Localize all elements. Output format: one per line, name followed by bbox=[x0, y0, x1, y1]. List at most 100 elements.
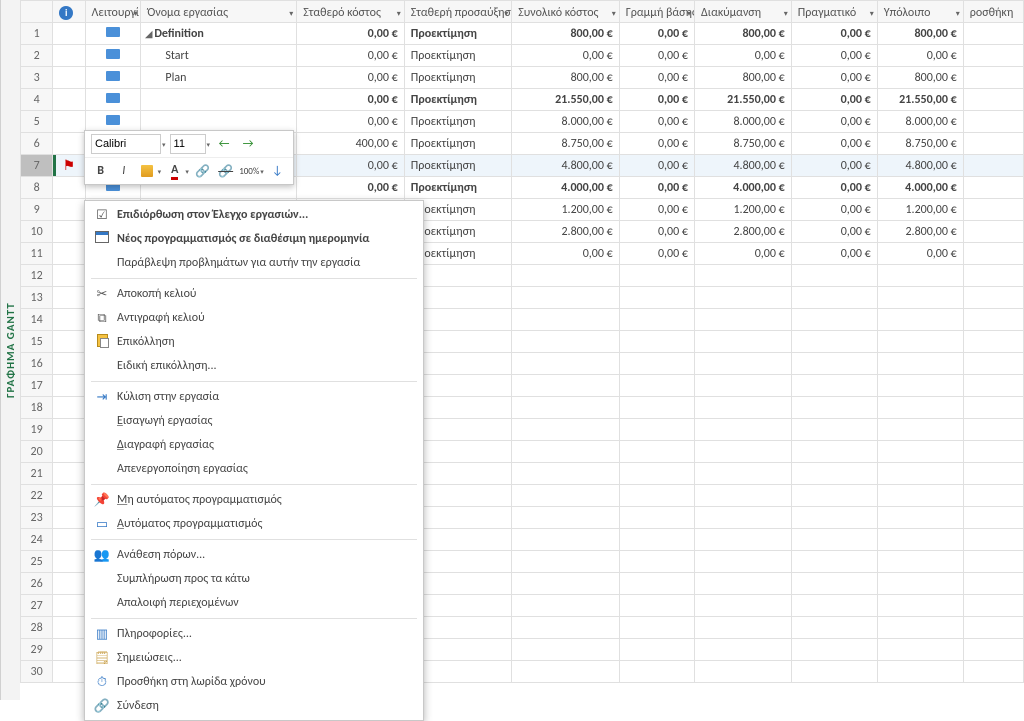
cell-task-name[interactable]: Definition bbox=[141, 23, 297, 45]
menu-manual-schedule[interactable]: 📌Μη αυτόματος προγραμματισμός bbox=[85, 488, 423, 512]
row-header[interactable]: 8 bbox=[21, 177, 53, 199]
cell-task-name[interactable]: Start bbox=[141, 45, 297, 67]
row-header[interactable]: 9 bbox=[21, 199, 53, 221]
col-header-name[interactable]: Όνομα εργασίας▾ bbox=[141, 1, 297, 23]
cell-total-cost[interactable]: 21.550,00 € bbox=[512, 89, 620, 111]
menu-delete-task[interactable]: Διαγραφή εργασίας bbox=[85, 433, 423, 457]
menu-notes[interactable]: 🗒Σημειώσεις... bbox=[85, 646, 423, 670]
col-header-fixed[interactable]: Σταθερό κόστος▾ bbox=[297, 1, 405, 23]
row-header[interactable]: 2 bbox=[21, 45, 53, 67]
cell-baseline[interactable]: 0,00 € bbox=[619, 23, 694, 45]
row-header[interactable]: 25 bbox=[21, 551, 53, 573]
cell-actual[interactable]: 0,00 € bbox=[791, 221, 877, 243]
menu-reschedule[interactable]: Νέος προγραμματισμός σε διαθέσιμη ημερομ… bbox=[85, 227, 423, 251]
dropdown-icon[interactable]: ▾ bbox=[687, 9, 691, 19]
menu-insert-task[interactable]: Εισαγωγή εργασίας bbox=[85, 409, 423, 433]
table-row[interactable]: 4 0,00 € Προεκτίμηση 21.550,00 € 0,00 € … bbox=[21, 89, 1024, 111]
cell-variance[interactable]: 1.200,00 € bbox=[695, 199, 792, 221]
cell-fixed-cost[interactable]: 400,00 € bbox=[297, 133, 405, 155]
cell-add[interactable] bbox=[963, 133, 1023, 155]
cell-info[interactable] bbox=[53, 111, 85, 133]
menu-auto-schedule[interactable]: ▭Αυτόματος προγραμματισμός bbox=[85, 512, 423, 536]
cell-fixed-cost[interactable]: 0,00 € bbox=[297, 89, 405, 111]
cell-baseline[interactable]: 0,00 € bbox=[619, 199, 694, 221]
row-header[interactable]: 24 bbox=[21, 529, 53, 551]
row-header[interactable]: 19 bbox=[21, 419, 53, 441]
menu-copy-cell[interactable]: ⧉Αντιγραφή κελιού bbox=[85, 306, 423, 330]
cell-info[interactable] bbox=[53, 177, 85, 199]
cell-actual[interactable]: 0,00 € bbox=[791, 89, 877, 111]
cell-remaining[interactable]: 800,00 € bbox=[877, 23, 963, 45]
cell-baseline[interactable]: 0,00 € bbox=[619, 243, 694, 265]
table-row[interactable]: 1 Definition 0,00 € Προεκτίμηση 800,00 €… bbox=[21, 23, 1024, 45]
cell-remaining[interactable]: 2.800,00 € bbox=[877, 221, 963, 243]
cell-actual[interactable]: 0,00 € bbox=[791, 45, 877, 67]
cell-task-name[interactable] bbox=[141, 89, 297, 111]
col-header-remaining[interactable]: Υπόλοιπο▾ bbox=[877, 1, 963, 23]
cell-remaining[interactable]: 0,00 € bbox=[877, 243, 963, 265]
row-header[interactable]: 30 bbox=[21, 661, 53, 683]
cell-total-cost[interactable]: 800,00 € bbox=[512, 67, 620, 89]
cell-total-cost[interactable]: 0,00 € bbox=[512, 45, 620, 67]
cell-accrual[interactable]: Προεκτίμηση bbox=[404, 133, 512, 155]
col-header-info[interactable]: i bbox=[53, 1, 85, 23]
row-header[interactable]: 15 bbox=[21, 331, 53, 353]
row-header[interactable]: 28 bbox=[21, 617, 53, 639]
link-tasks-button[interactable]: 🔗 bbox=[193, 161, 212, 181]
cell-fixed-cost[interactable]: 0,00 € bbox=[297, 67, 405, 89]
font-name-input[interactable] bbox=[91, 134, 161, 154]
cell-total-cost[interactable]: 0,00 € bbox=[512, 243, 620, 265]
row-header[interactable]: 10 bbox=[21, 221, 53, 243]
dropdown-icon[interactable]: ▾ bbox=[612, 9, 616, 19]
table-row[interactable]: 2 Start 0,00 € Προεκτίμηση 0,00 € 0,00 €… bbox=[21, 45, 1024, 67]
cell-total-cost[interactable]: 4.800,00 € bbox=[512, 155, 620, 177]
menu-ignore-problems[interactable]: Παράβλεψη προβλημάτων για αυτήν την εργα… bbox=[85, 251, 423, 275]
cell-info[interactable] bbox=[53, 23, 85, 45]
cell-variance[interactable]: 800,00 € bbox=[695, 23, 792, 45]
row-header[interactable]: 13 bbox=[21, 287, 53, 309]
cell-fixed-cost[interactable]: 0,00 € bbox=[297, 155, 405, 177]
cell-add[interactable] bbox=[963, 45, 1023, 67]
row-header[interactable]: 17 bbox=[21, 375, 53, 397]
cell-baseline[interactable]: 0,00 € bbox=[619, 111, 694, 133]
cell-actual[interactable]: 0,00 € bbox=[791, 67, 877, 89]
row-header[interactable]: 23 bbox=[21, 507, 53, 529]
cell-remaining[interactable]: 1.200,00 € bbox=[877, 199, 963, 221]
cell-total-cost[interactable]: 4.000,00 € bbox=[512, 177, 620, 199]
menu-scroll-to-task[interactable]: ⇥Κύλιση στην εργασία bbox=[85, 385, 423, 409]
cell-accrual[interactable]: Προεκτίμηση bbox=[404, 67, 512, 89]
cell-actual[interactable]: 0,00 € bbox=[791, 155, 877, 177]
bold-button[interactable]: B bbox=[91, 161, 110, 181]
indent-button[interactable]: → bbox=[238, 134, 258, 154]
dropdown-icon[interactable]: ▾ bbox=[956, 9, 960, 19]
row-header[interactable]: 6 bbox=[21, 133, 53, 155]
row-header[interactable]: 22 bbox=[21, 485, 53, 507]
cell-add[interactable] bbox=[963, 199, 1023, 221]
row-header[interactable]: 11 bbox=[21, 243, 53, 265]
cell-total-cost[interactable]: 800,00 € bbox=[512, 23, 620, 45]
cell-total-cost[interactable]: 8.750,00 € bbox=[512, 133, 620, 155]
row-header[interactable]: 16 bbox=[21, 353, 53, 375]
cell-baseline[interactable]: 0,00 € bbox=[619, 221, 694, 243]
cell-variance[interactable]: 0,00 € bbox=[695, 45, 792, 67]
cell-baseline[interactable]: 0,00 € bbox=[619, 133, 694, 155]
cell-add[interactable] bbox=[963, 67, 1023, 89]
menu-fill-down[interactable]: Συμπλήρωση προς τα κάτω bbox=[85, 567, 423, 591]
font-color-button[interactable]: A bbox=[165, 161, 184, 181]
cell-actual[interactable]: 0,00 € bbox=[791, 111, 877, 133]
cell-baseline[interactable]: 0,00 € bbox=[619, 177, 694, 199]
cell-variance[interactable]: 21.550,00 € bbox=[695, 89, 792, 111]
menu-inactivate-task[interactable]: Απενεργοποίηση εργασίας bbox=[85, 457, 423, 481]
cell-info[interactable]: ⚑ bbox=[53, 155, 85, 177]
row-header[interactable]: 12 bbox=[21, 265, 53, 287]
row-header[interactable]: 4 bbox=[21, 89, 53, 111]
cell-total-cost[interactable]: 1.200,00 € bbox=[512, 199, 620, 221]
menu-information[interactable]: ▥Πληροφορίες... bbox=[85, 622, 423, 646]
menu-add-to-timeline[interactable]: ⏱Προσθήκη στη λωρίδα χρόνου bbox=[85, 670, 423, 694]
cell-remaining[interactable]: 8.750,00 € bbox=[877, 133, 963, 155]
col-header-actual[interactable]: Πραγματικό▾ bbox=[791, 1, 877, 23]
col-header-accrual[interactable]: Σταθερή προσαύξηση κόστους▾ bbox=[404, 1, 512, 23]
dropdown-icon[interactable]: ▾ bbox=[289, 9, 293, 19]
cell-fixed-cost[interactable]: 0,00 € bbox=[297, 177, 405, 199]
cell-info[interactable] bbox=[53, 45, 85, 67]
